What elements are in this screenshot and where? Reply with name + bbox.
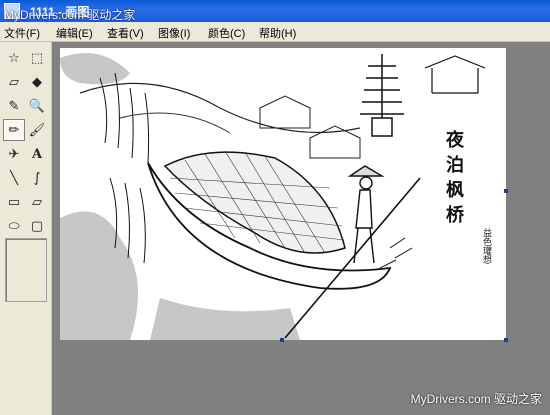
canvas-artwork xyxy=(60,53,486,340)
menu-image[interactable]: 图像(I) xyxy=(158,25,190,41)
rounded-rect-icon[interactable]: ▢ xyxy=(26,215,48,237)
toolbox: ☆ ⬚ ▱ ◆ ✎ 🔍 ✏ 🖌 ✈ A ╲ ∫ ▭ ▱ ⬭ ▢ xyxy=(0,42,52,415)
fill-bucket-icon[interactable]: ◆ xyxy=(26,71,48,93)
line-icon[interactable]: ╲ xyxy=(3,167,25,189)
artist-signature: 益色瓘想 xyxy=(481,228,491,264)
tool-options-box[interactable] xyxy=(5,238,47,302)
free-select-icon[interactable]: ☆ xyxy=(3,47,25,69)
footer-watermark: MyDrivers.com 驱动之家 xyxy=(410,392,542,406)
brush-icon[interactable]: 🖌 xyxy=(26,119,48,141)
resize-handle-corner[interactable] xyxy=(504,338,508,342)
workspace: 夜 泊 枫 桥 益色瓘想 xyxy=(52,42,550,415)
rectangle-icon[interactable]: ▭ xyxy=(3,191,25,213)
pencil-icon[interactable]: ✏ xyxy=(3,119,25,141)
menu-bar: 文件(F) 编辑(E) 查看(V) 图像(I) 颜色(C) 帮助(H) xyxy=(0,22,550,42)
resize-handle-right[interactable] xyxy=(504,189,508,193)
poem-char-3: 枫 xyxy=(446,180,464,201)
curve-icon[interactable]: ∫ xyxy=(26,167,48,189)
menu-edit[interactable]: 编辑(E) xyxy=(56,25,93,41)
menu-colors[interactable]: 颜色(C) xyxy=(208,25,245,41)
menu-file[interactable]: 文件(F) xyxy=(4,25,40,41)
poem-char-4: 桥 xyxy=(446,205,464,226)
menu-view[interactable]: 查看(V) xyxy=(107,25,144,41)
poem-char-1: 夜 xyxy=(446,130,464,151)
polygon-icon[interactable]: ▱ xyxy=(26,191,48,213)
rect-select-icon[interactable]: ⬚ xyxy=(26,47,48,69)
title-watermark: MyDrivers.com 驱动之家 xyxy=(4,8,136,22)
menu-help[interactable]: 帮助(H) xyxy=(259,25,296,41)
eraser-icon[interactable]: ▱ xyxy=(3,71,25,93)
title-bar: 1111 - 画图 MyDrivers.com 驱动之家 xyxy=(0,0,550,22)
magnifier-icon[interactable]: 🔍 xyxy=(26,95,48,117)
airbrush-icon[interactable]: ✈ xyxy=(3,143,25,165)
ellipse-icon[interactable]: ⬭ xyxy=(3,215,25,237)
drawing-canvas[interactable]: 夜 泊 枫 桥 益色瓘想 xyxy=(60,48,506,340)
text-icon[interactable]: A xyxy=(26,143,48,165)
resize-handle-bottom[interactable] xyxy=(280,338,284,342)
eyedropper-icon[interactable]: ✎ xyxy=(3,95,25,117)
poem-char-2: 泊 xyxy=(446,155,464,176)
